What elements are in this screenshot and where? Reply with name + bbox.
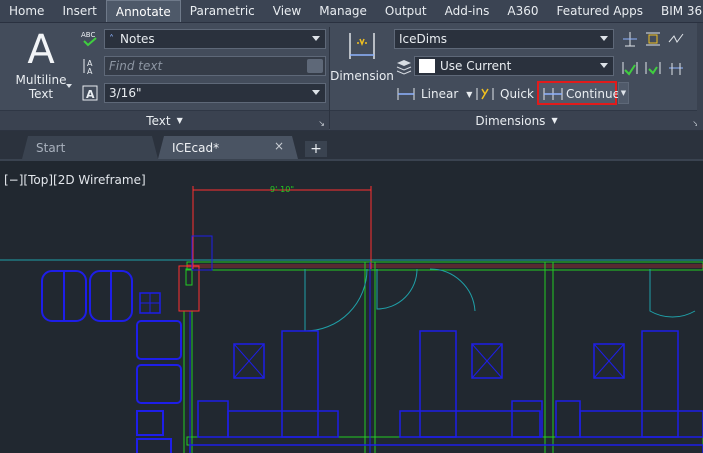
dim-style-dropdown[interactable]: IceDims — [394, 29, 614, 49]
dialog-launcher-icon[interactable]: ↘ — [318, 119, 325, 128]
tab-bim360[interactable]: BIM 360 — [652, 0, 703, 22]
dim-jog-icon[interactable] — [666, 29, 686, 49]
svg-text:ABC: ABC — [81, 31, 95, 39]
dim-adjust-space-icon[interactable] — [643, 29, 663, 49]
find-replace-icon[interactable] — [307, 59, 323, 73]
continue-inner: Continue — [542, 84, 620, 104]
text-style-dropdown[interactable]: ˄ Notes — [104, 29, 326, 49]
floor-plan-drawing: 9'-10" — [0, 185, 703, 453]
dimension-label: Dimension — [330, 69, 394, 83]
dim-layer-dropdown[interactable]: Use Current — [414, 56, 614, 76]
doc-tab-label: Start — [36, 140, 66, 155]
panel-expand-icon: ▼ — [551, 116, 558, 125]
dim-break-icon[interactable] — [620, 29, 640, 49]
spell-check-icon[interactable]: ABC — [80, 29, 100, 49]
dim-update-icon[interactable] — [643, 58, 663, 78]
dim-inspect-icon[interactable] — [620, 58, 640, 78]
text-height-icon[interactable]: AA — [80, 56, 100, 76]
chevron-down-icon — [600, 63, 608, 68]
document-tab-bar: Start ICEcad* × + — [0, 131, 703, 159]
dim-oblique-icon[interactable] — [666, 58, 686, 78]
doc-tab-start[interactable]: Start — [22, 136, 158, 159]
continue-dim-icon — [543, 88, 563, 100]
continue-dimension-button[interactable]: Continue — [537, 81, 620, 105]
linear-dimension-button[interactable]: Linear ▼ — [396, 84, 472, 104]
svg-text:A: A — [86, 88, 95, 101]
tab-insert[interactable]: Insert — [53, 0, 105, 22]
ribbon-scroll-edge — [697, 23, 703, 130]
quick-dimension-button[interactable]: Quick — [475, 84, 534, 104]
text-a-icon: A — [27, 27, 55, 73]
dimension-button[interactable]: Dimension — [330, 29, 394, 83]
text-panel-footer[interactable]: Text ▼ ↘ — [0, 110, 329, 130]
linear-label: Linear — [421, 87, 459, 101]
multiline-text-button[interactable]: A Multiline Text — [8, 27, 74, 101]
text-scale-icon[interactable]: A — [80, 83, 100, 103]
tab-home[interactable]: Home — [0, 0, 53, 22]
viewport-controls-label[interactable]: [−][Top][2D Wireframe] — [4, 173, 146, 187]
text-panel-title: Text — [146, 113, 171, 128]
chevron-down-icon — [600, 36, 608, 41]
multiline-label: Multiline — [15, 73, 67, 87]
tab-annotate[interactable]: Annotate — [105, 0, 181, 22]
layers-icon — [394, 56, 414, 76]
panel-expand-icon: ▼ — [176, 116, 183, 125]
svg-text:9'-10": 9'-10" — [270, 185, 294, 194]
tab-parametric[interactable]: Parametric — [181, 0, 264, 22]
text-style-value: Notes — [120, 32, 155, 46]
tab-a360[interactable]: A360 — [498, 0, 547, 22]
multiline-label-2: Text — [28, 87, 54, 101]
tab-output[interactable]: Output — [376, 0, 436, 22]
text-style-icon: ˄ — [109, 33, 114, 45]
multiline-dropdown-arrow[interactable] — [66, 84, 72, 88]
layer-color-swatch — [419, 59, 435, 73]
dim-style-value: IceDims — [399, 32, 448, 46]
chevron-down-icon — [312, 36, 320, 41]
dim-layer-value: Use Current — [440, 59, 512, 73]
continue-label: Continue — [566, 87, 620, 101]
doc-tab-icecad[interactable]: ICEcad* × — [158, 136, 298, 159]
quick-label: Quick — [500, 87, 534, 101]
tab-featured-apps[interactable]: Featured Apps — [548, 0, 652, 22]
find-text-placeholder: Find text — [109, 59, 163, 73]
dimensions-panel-title: Dimensions — [475, 113, 546, 128]
close-icon[interactable]: × — [274, 139, 284, 153]
autocad-window: Home Insert Annotate Parametric View Man… — [0, 0, 703, 453]
dimensions-panel-footer[interactable]: Dimensions ▼ ↘ — [330, 110, 703, 130]
ribbon-tab-bar: Home Insert Annotate Parametric View Man… — [0, 0, 703, 23]
dimension-icon — [349, 33, 375, 59]
tab-view[interactable]: View — [264, 0, 310, 22]
svg-text:A: A — [87, 67, 93, 76]
text-height-dropdown[interactable]: 3/16" — [104, 83, 326, 103]
continue-dropdown-arrow[interactable]: ▼ — [618, 82, 629, 104]
tab-add-ins[interactable]: Add-ins — [436, 0, 499, 22]
drawing-canvas[interactable]: 9'-10" [−][Top][2D Wireframe] — [0, 159, 703, 453]
text-height-value: 3/16" — [109, 86, 142, 100]
linear-dim-icon — [397, 88, 415, 100]
chevron-down-icon — [312, 90, 320, 95]
quick-dim-icon — [476, 88, 494, 100]
tab-manage[interactable]: Manage — [310, 0, 376, 22]
ribbon: A Multiline Text ABC AA A ˄ Notes Find t… — [0, 23, 703, 131]
new-tab-plus-icon[interactable]: + — [305, 141, 327, 157]
find-text-input[interactable]: Find text — [104, 56, 326, 76]
doc-tab-label: ICEcad* — [172, 140, 220, 155]
linear-dropdown-icon[interactable]: ▼ — [466, 90, 472, 99]
